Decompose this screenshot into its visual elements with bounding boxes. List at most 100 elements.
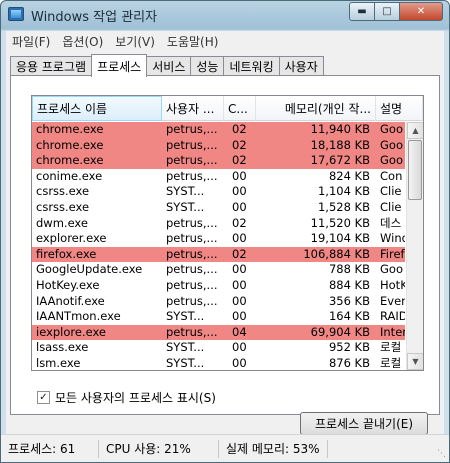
task-manager-icon — [8, 7, 24, 21]
maximize-button[interactable]: □ — [374, 2, 400, 21]
process-memory: 1,104 KB — [317, 184, 370, 199]
process-user: petrus,... — [166, 137, 218, 152]
process-user: petrus,... — [166, 168, 218, 183]
resize-grip-icon[interactable]: ⋱ — [437, 449, 446, 459]
process-user: SYST... — [166, 184, 205, 199]
process-row[interactable]: lsass.exe SYST... 00 952 KB 로컬 — [32, 340, 405, 356]
process-description: Clie — [380, 199, 402, 214]
process-memory: 106,884 KB — [303, 246, 370, 261]
process-name: chrome.exe — [36, 137, 104, 152]
scroll-up-arrow-icon[interactable]: ▲ — [407, 122, 423, 139]
process-row[interactable]: csrss.exe SYST... 00 1,528 KB Clie — [32, 200, 405, 216]
status-process-count: 프로세스: 61 — [1, 439, 99, 458]
process-name: chrome.exe — [36, 153, 104, 168]
process-memory: 876 KB — [328, 355, 370, 370]
process-row[interactable]: explorer.exe petrus,... 00 19,104 KB Wind — [32, 231, 405, 247]
process-description: Goo — [380, 122, 403, 136]
process-memory: 164 KB — [328, 309, 370, 324]
client-area: 응용 프로그램 프로세스 서비스 성능 네트워킹 사용자 프로세스 이름 사용자… — [6, 51, 444, 458]
process-cpu: 00 — [232, 277, 247, 292]
menu-options[interactable]: 옵션(O) — [56, 33, 109, 50]
process-row[interactable]: chrome.exe petrus,... 02 17,672 KB Goo — [32, 153, 405, 169]
process-list[interactable]: 프로세스 이름 사용자 ... C... 메모리(개인 작... 설명 chro… — [31, 95, 424, 371]
process-memory: 356 KB — [328, 293, 370, 308]
show-all-processes-checkbox[interactable]: ✓ — [37, 391, 50, 404]
process-user: SYST... — [166, 340, 205, 355]
process-name: lsm.exe — [36, 355, 81, 370]
process-description: Inter — [380, 324, 405, 339]
process-cpu: 02 — [232, 215, 247, 230]
tab-services[interactable]: 서비스 — [146, 56, 192, 76]
process-name: firefox.exe — [36, 246, 97, 261]
process-row[interactable]: chrome.exe petrus,... 02 18,188 KB Goo — [32, 137, 405, 154]
process-memory: 18,188 KB — [310, 137, 370, 152]
process-name: iexplore.exe — [36, 324, 107, 339]
process-row[interactable]: dwm.exe petrus,... 02 11,520 KB 데스 — [32, 216, 405, 232]
process-name: chrome.exe — [36, 122, 104, 136]
tab-processes[interactable]: 프로세스 — [91, 54, 148, 77]
status-physical-memory: 실제 메모리: 53% — [219, 439, 328, 458]
tab-networking[interactable]: 네트워킹 — [223, 56, 280, 76]
column-header-user[interactable]: 사용자 ... — [162, 96, 224, 121]
show-all-processes-option[interactable]: ✓ 모든 사용자의 프로세스 표시(S) — [37, 389, 216, 406]
processes-panel: 프로세스 이름 사용자 ... C... 메모리(개인 작... 설명 chro… — [10, 75, 440, 435]
tab-performance[interactable]: 성능 — [190, 56, 225, 76]
process-cpu: 04 — [232, 324, 247, 339]
scroll-thumb[interactable] — [408, 140, 422, 200]
process-cpu: 02 — [232, 246, 247, 261]
process-user: petrus,... — [166, 277, 218, 292]
process-row[interactable]: chrome.exe petrus,... 02 11,940 KB Goo — [32, 122, 405, 138]
process-cpu: 00 — [232, 262, 247, 277]
tab-users[interactable]: 사용자 — [278, 56, 324, 76]
menu-file[interactable]: 파일(F) — [6, 33, 56, 50]
process-user: petrus,... — [166, 324, 218, 339]
process-cpu: 02 — [232, 122, 247, 136]
tab-applications[interactable]: 응용 프로그램 — [10, 56, 93, 76]
process-row[interactable]: lsm.exe SYST... 00 876 KB 로컬 — [32, 356, 405, 370]
column-header-cpu[interactable]: C... — [224, 96, 256, 121]
close-icon: ✕ — [416, 6, 426, 17]
show-all-processes-label: 모든 사용자의 프로세스 표시(S) — [55, 391, 216, 405]
column-header-name[interactable]: 프로세스 이름 — [32, 96, 162, 121]
process-name: lsass.exe — [36, 340, 89, 355]
menu-view[interactable]: 보기(V) — [109, 33, 161, 50]
task-manager-window: Windows 작업 관리자 ▬ □ ✕ 파일(F) 옵션(O) 보기(V) 도… — [0, 0, 450, 463]
window-title: Windows 작업 관리자 — [31, 10, 158, 25]
process-row[interactable]: iexplore.exe petrus,... 04 69,904 KB Inter — [32, 324, 405, 341]
title-bar[interactable]: Windows 작업 관리자 ▬ □ ✕ — [1, 1, 449, 29]
minimize-button[interactable]: ▬ — [349, 2, 375, 21]
column-header-memory[interactable]: 메모리(개인 작... — [256, 96, 376, 121]
maximize-icon: □ — [382, 6, 392, 17]
menu-bar: 파일(F) 옵션(O) 보기(V) 도움말(H) — [6, 31, 444, 51]
process-row[interactable]: HotKey.exe petrus,... 00 884 KB HotK — [32, 278, 405, 294]
process-memory: 884 KB — [328, 277, 370, 292]
end-process-button[interactable]: 프로세스 끝내기(E) — [300, 412, 428, 435]
process-row[interactable]: conime.exe petrus,... 00 824 KB Con — [32, 169, 405, 185]
process-row[interactable]: csrss.exe SYST... 00 1,104 KB Clie — [32, 184, 405, 200]
process-description: Wind — [380, 231, 405, 246]
process-cpu: 00 — [232, 199, 247, 214]
process-user: SYST... — [166, 355, 205, 370]
process-memory: 11,940 KB — [310, 122, 370, 136]
close-button[interactable]: ✕ — [399, 2, 443, 21]
process-row[interactable]: firefox.exe petrus,... 02 106,884 KB Firef — [32, 246, 405, 263]
scroll-down-arrow-icon[interactable]: ▼ — [407, 353, 423, 370]
process-user: petrus,... — [166, 246, 218, 261]
menu-help[interactable]: 도움말(H) — [161, 33, 225, 50]
process-memory: 824 KB — [328, 168, 370, 183]
process-memory: 19,104 KB — [310, 231, 370, 246]
process-description: 데스 — [380, 215, 402, 230]
process-row[interactable]: GoogleUpdate.exe petrus,... 00 788 KB Goo — [32, 262, 405, 278]
process-row[interactable]: IAANTmon.exe SYST... 00 164 KB RAID — [32, 309, 405, 325]
column-header-description[interactable]: 설명 — [376, 96, 423, 121]
process-name: csrss.exe — [36, 199, 90, 214]
process-cpu: 00 — [232, 231, 247, 246]
process-memory: 952 KB — [328, 340, 370, 355]
process-name: csrss.exe — [36, 184, 90, 199]
process-user: petrus,... — [166, 262, 218, 277]
vertical-scrollbar[interactable]: ▲ ▼ — [406, 122, 423, 370]
process-row[interactable]: IAAnotif.exe petrus,... 00 356 KB Ever — [32, 294, 405, 310]
process-list-header: 프로세스 이름 사용자 ... C... 메모리(개인 작... 설명 — [32, 96, 423, 121]
process-memory: 788 KB — [328, 262, 370, 277]
process-cpu: 00 — [232, 293, 247, 308]
